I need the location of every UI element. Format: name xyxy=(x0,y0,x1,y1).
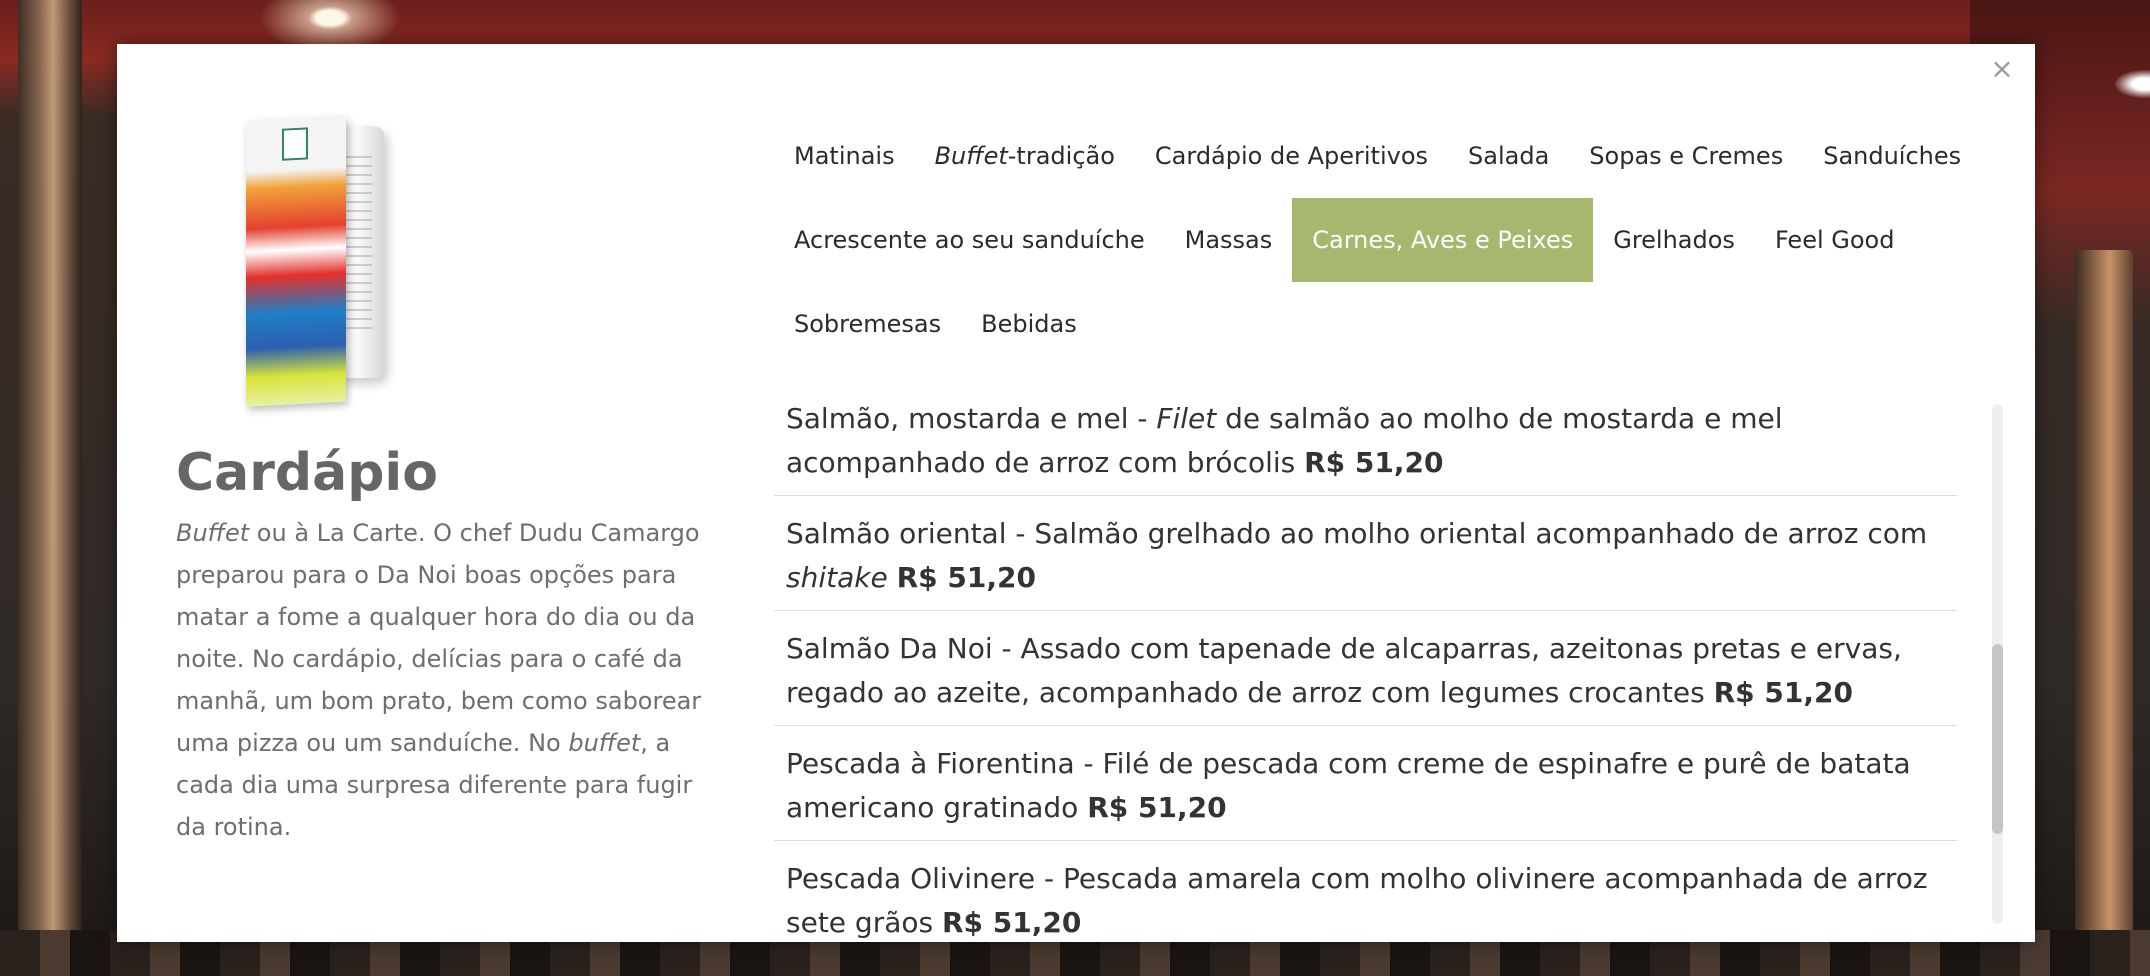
tab-bebidas[interactable]: Bebidas xyxy=(961,282,1097,366)
menu-modal: × Cardápio Buffet ou à La Carte. O chef … xyxy=(117,44,2035,942)
item-description xyxy=(888,561,897,594)
list-item: Salmão Da Noi - Assado com tapenade de a… xyxy=(774,611,1957,726)
list-item: Salmão, mostarda e mel - Filet de salmão… xyxy=(774,381,1957,496)
background-pillar-right xyxy=(2075,250,2133,976)
tab-matinais[interactable]: Matinais xyxy=(774,114,915,198)
tab-feel-good[interactable]: Feel Good xyxy=(1755,198,1915,282)
menu-booklet-cover xyxy=(246,115,346,407)
list-item: Salmão oriental - Salmão grelhado ao mol… xyxy=(774,496,1957,611)
desc-text-1: ou à La Carte. O chef Dudu Camargo prepa… xyxy=(176,519,702,757)
tab-buffet-tradicao[interactable]: Buffet -tradição xyxy=(915,114,1135,198)
tab-sobremesas[interactable]: Sobremesas xyxy=(774,282,961,366)
close-icon[interactable]: × xyxy=(1987,54,2017,84)
desc-emphasis-buffet: Buffet xyxy=(176,519,250,547)
item-price: R$ 51,20 xyxy=(1713,676,1853,709)
tab-buffet-em: Buffet xyxy=(934,142,1008,170)
item-name: Pescada à Fiorentina - Filé de pescada c… xyxy=(786,747,1911,824)
tab-salada[interactable]: Salada xyxy=(1448,114,1569,198)
page-title: Cardápio xyxy=(176,443,438,503)
category-tabs: Matinais Buffet -tradição Cardápio de Ape… xyxy=(774,114,2004,366)
menu-description: Buffet ou à La Carte. O chef Dudu Camarg… xyxy=(176,512,721,848)
menu-intro: Cardápio Buffet ou à La Carte. O chef Du… xyxy=(176,114,721,848)
item-name: Salmão, mostarda e mel - xyxy=(786,402,1157,435)
items-scrollbar-thumb[interactable] xyxy=(1992,644,2003,834)
item-price: R$ 51,20 xyxy=(1087,791,1227,824)
tab-carnes-aves-peixes[interactable]: Carnes, Aves e Peixes xyxy=(1292,198,1594,282)
menu-items-list[interactable]: Salmão, mostarda e mel - Filet de salmão… xyxy=(774,381,1957,942)
tab-aperitivos[interactable]: Cardápio de Aperitivos xyxy=(1135,114,1448,198)
tab-grelhados[interactable]: Grelhados xyxy=(1593,198,1755,282)
item-price: R$ 51,20 xyxy=(896,561,1036,594)
item-price: R$ 51,20 xyxy=(941,906,1082,939)
item-desc-emphasis: shitake xyxy=(786,561,888,594)
tab-buffet-rest: -tradição xyxy=(1007,142,1115,170)
tab-massas[interactable]: Massas xyxy=(1165,198,1293,282)
list-item: Pescada Olivinere - Pescada amarela com … xyxy=(774,841,1957,942)
list-item: Pescada à Fiorentina - Filé de pescada c… xyxy=(774,726,1957,841)
menu-booklet-illustration xyxy=(236,114,456,414)
items-scrollbar[interactable] xyxy=(1992,404,2003,924)
tab-sanduiches[interactable]: Sanduíches xyxy=(1803,114,1981,198)
desc-emphasis-buffet-2: buffet xyxy=(568,729,641,757)
tab-sopas-cremes[interactable]: Sopas e Cremes xyxy=(1569,114,1803,198)
tab-acrescente[interactable]: Acrescente ao seu sanduíche xyxy=(774,198,1165,282)
item-name: Salmão oriental - Salmão grelhado ao mol… xyxy=(786,517,1928,550)
item-price: R$ 51,20 xyxy=(1304,446,1444,479)
item-desc-emphasis: Filet xyxy=(1156,402,1217,435)
background-pillar-left xyxy=(18,0,82,976)
